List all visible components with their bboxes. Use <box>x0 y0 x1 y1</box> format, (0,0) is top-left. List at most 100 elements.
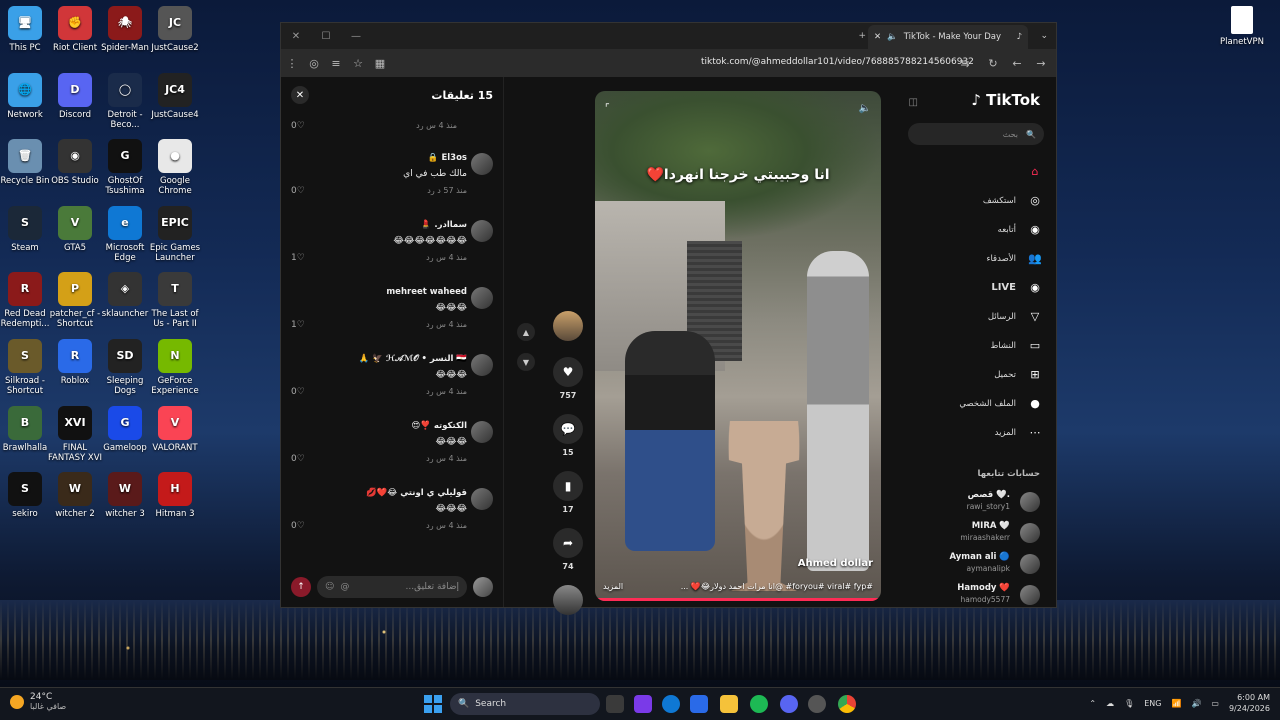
music-disc-icon[interactable] <box>553 585 583 615</box>
commenter-name[interactable]: الكتكوته ❣️😍 <box>411 421 467 431</box>
comment-input[interactable]: ☺ @ إضافة تعليق... <box>317 576 467 598</box>
commenter-name[interactable]: سماادر. 💄 <box>421 220 467 230</box>
comment-like-count[interactable]: 1♡ <box>291 320 305 330</box>
desktop-icon[interactable]: T The Last of Us - Part II <box>146 272 204 329</box>
language-indicator[interactable]: ENG <box>1144 699 1161 708</box>
sidebar-menu-item[interactable]: استكشف ◎ <box>908 186 1044 215</box>
profile-icon[interactable]: ◎ <box>303 57 325 70</box>
comment-like-count[interactable]: 0♡ <box>291 121 305 131</box>
commenter-name[interactable]: mehreet waheed <box>386 287 467 297</box>
volume-icon[interactable]: 🔊 <box>1191 699 1201 708</box>
mic-icon[interactable]: 🎙 <box>1124 699 1134 708</box>
sidebar-menu-item[interactable]: تحميل ⊞ <box>908 360 1044 389</box>
desktop-icon[interactable]: JC JustCause2 <box>146 6 204 53</box>
comment-like-count[interactable]: 0♡ <box>291 186 305 196</box>
more-link[interactable]: المزيد <box>603 582 623 591</box>
fullscreen-icon[interactable]: ⌜ <box>605 103 610 114</box>
search-input[interactable]: بحث 🔍 <box>908 123 1044 145</box>
tiktok-logo[interactable]: ♪ TikTok <box>971 91 1040 109</box>
sidebar-menu-item[interactable]: أتابعه ◉ <box>908 215 1044 244</box>
site-settings-icon[interactable]: ⇆ <box>954 57 976 70</box>
emoji-icon[interactable]: ☺ <box>325 582 334 592</box>
sidebar-menu-item[interactable]: الرسائل ▽ <box>908 302 1044 331</box>
video-author[interactable]: Ahmed dollar <box>798 558 873 569</box>
commenter-name[interactable]: قوليلي ي اونتي 😂❤️💋 <box>366 488 467 498</box>
weather-widget[interactable]: 24°C صافي غالبا <box>10 692 66 712</box>
video-progress-bar[interactable] <box>595 598 881 601</box>
commenter-avatar[interactable] <box>471 354 493 376</box>
sidebar-menu-item[interactable]: ⌂ <box>908 157 1044 186</box>
mention-icon[interactable]: @ <box>340 582 349 592</box>
followed-account[interactable]: قصص 🤍. rawi_story1 <box>904 489 1044 519</box>
back-icon[interactable]: ← <box>1006 57 1028 70</box>
battery-icon[interactable]: ▭ <box>1211 699 1219 708</box>
commenter-avatar[interactable] <box>471 220 493 242</box>
file-explorer-icon[interactable] <box>720 695 738 713</box>
like-heart-icon[interactable]: ♥ <box>553 357 583 387</box>
comment-bubble-icon[interactable]: 💬 <box>553 414 583 444</box>
sidebar-menu-item[interactable]: الملف الشخصي ● <box>908 389 1044 418</box>
edge-taskbar-icon[interactable] <box>662 695 680 713</box>
send-icon[interactable]: ↑ <box>291 577 311 597</box>
reading-list-icon[interactable]: ≡ <box>325 57 347 70</box>
bookmark-icon[interactable]: ▮ <box>553 471 583 501</box>
search-icon[interactable]: 🔍 <box>1026 130 1036 139</box>
comment-like-count[interactable]: 0♡ <box>291 521 305 531</box>
reload-icon[interactable]: ↻ <box>982 57 1004 70</box>
sidebar-menu-item[interactable]: الأصدقاء 👥 <box>908 244 1044 273</box>
sidebar-menu-item[interactable]: LIVE ◉ <box>908 273 1044 302</box>
wifi-icon[interactable]: 📶 <box>1171 699 1181 708</box>
close-comments-icon[interactable]: ✕ <box>291 86 309 104</box>
share-arrow-icon[interactable]: ➦ <box>553 528 583 558</box>
store-icon[interactable] <box>690 695 708 713</box>
commenter-avatar[interactable] <box>471 421 493 443</box>
sidebar-menu-item[interactable]: النشاط ▭ <box>908 331 1044 360</box>
clock[interactable]: 6:00 AM 9/24/2026 <box>1229 692 1270 714</box>
chevron-up-icon[interactable]: ⌃ <box>1089 699 1096 708</box>
close-tab-icon[interactable]: ✕ <box>874 32 881 42</box>
commenter-avatar[interactable] <box>471 488 493 510</box>
task-view-icon[interactable] <box>606 695 624 713</box>
comment-like-count[interactable]: 1♡ <box>291 253 305 263</box>
browser-tab[interactable]: ✕ 🔈 TikTok - Make Your Day ♪ <box>868 25 1028 49</box>
taskbar-search[interactable]: 🔍 Search <box>450 693 600 715</box>
close-window-icon[interactable]: ✕ <box>281 31 311 42</box>
maximize-icon[interactable]: ☐ <box>311 31 341 42</box>
copilot-icon[interactable] <box>634 695 652 713</box>
favorite-star-icon[interactable]: ☆ <box>347 57 369 70</box>
minimize-icon[interactable]: — <box>341 31 371 42</box>
network-icon[interactable]: ☁ <box>1106 699 1114 708</box>
comment-like-count[interactable]: 0♡ <box>291 454 305 464</box>
desktop-icon[interactable]: V VALORANT <box>146 405 204 453</box>
spotify-icon[interactable] <box>750 695 768 713</box>
commenter-avatar[interactable] <box>471 287 493 309</box>
desktop-icon[interactable]: H Hitman 3 <box>146 472 204 519</box>
planetvpn-desktop-icon[interactable]: PlanetVPN <box>1220 6 1264 47</box>
menu-dots-icon[interactable]: ⋮ <box>281 57 303 70</box>
video-player[interactable]: ⌜ 🔈 انا وحبيبتي خرجنا انهردا❤️ Ahmed dol… <box>595 91 881 601</box>
prev-video-icon[interactable]: ▲ <box>517 323 535 341</box>
commenter-avatar[interactable] <box>471 153 493 175</box>
app-taskbar-icon[interactable] <box>808 695 826 713</box>
discord-taskbar-icon[interactable] <box>780 695 798 713</box>
chrome-taskbar-icon[interactable] <box>838 695 856 713</box>
url-field[interactable]: tiktok.com/@ahmeddollar101/video/7688857… <box>701 57 974 67</box>
tab-menu-chevron-icon[interactable]: ⌄ <box>1040 31 1048 41</box>
comment-like-count[interactable]: 0♡ <box>291 387 305 397</box>
extension-icon[interactable]: ▦ <box>369 57 391 70</box>
forward-icon[interactable]: → <box>1030 57 1052 70</box>
new-tab-icon[interactable]: + <box>858 31 866 41</box>
desktop-icon[interactable]: N GeForce Experience <box>146 339 204 396</box>
commenter-name[interactable]: El3os 🔒 <box>428 153 467 163</box>
volume-icon[interactable]: 🔈 <box>859 103 871 114</box>
desktop-icon[interactable]: ● Google Chrome <box>146 139 204 196</box>
followed-account[interactable]: MIRA 🤍 miraashakerr <box>904 520 1044 550</box>
desktop-icon[interactable]: EPIC Epic Games Launcher <box>146 205 204 263</box>
start-windows-icon[interactable] <box>424 695 442 713</box>
followed-account[interactable]: Hamody ❤️ hamody5577 <box>904 582 1044 612</box>
author-avatar[interactable] <box>553 311 583 341</box>
next-video-icon[interactable]: ▼ <box>517 353 535 371</box>
desktop-icon[interactable]: JC4 JustCause4 <box>146 72 204 120</box>
sidebar-menu-item[interactable]: المزيد ⋯ <box>908 418 1044 447</box>
commenter-name[interactable]: 🇪🇬 النسر • ℋ𝒜ℳ𝒪 🦅 🙏 <box>359 354 467 364</box>
